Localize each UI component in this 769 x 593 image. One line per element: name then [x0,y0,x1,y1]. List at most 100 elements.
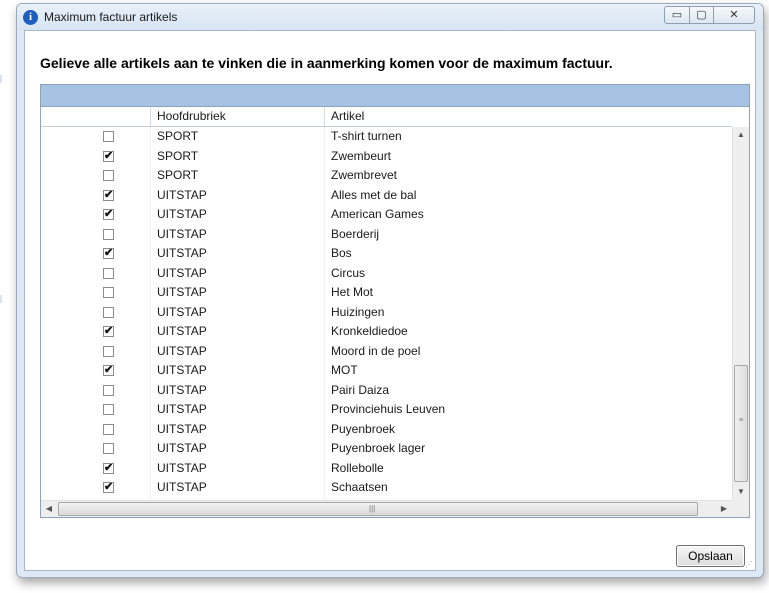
scrollbar-corner [732,500,749,517]
horizontal-scroll-thumb[interactable]: ||| [58,502,698,516]
check-cell: ✔ [41,322,151,342]
check-cell [41,263,151,283]
row-checkbox[interactable] [103,423,114,435]
check-cell [41,166,151,186]
row-checkbox[interactable] [103,170,114,181]
artikel-cell: Alles met de bal [331,187,417,202]
artikel-cell: Kronkeldiedoe [331,324,408,338]
table-row[interactable]: UITSTAP Huizingen [41,302,732,322]
row-checkbox[interactable]: ✔ [103,365,114,376]
artikel-cell: Zwembrevet [331,168,398,182]
instruction-heading: Gelieve alle artikels aan te vinken die … [40,55,613,71]
table-row[interactable]: ✔ UITSTAP Bos [41,244,732,264]
grip-icon: ||| [369,504,376,513]
vertical-scroll-thumb[interactable]: ≡ [734,365,748,482]
artikel-cell: Provinciehuis Leuven [331,402,446,416]
group-by-bar [41,85,749,107]
table-row[interactable]: UITSTAP Pairi Daiza [41,380,732,400]
hoofdrubriek-cell: UITSTAP [151,478,325,498]
hoofdrubriek-cell: UITSTAP [151,458,325,478]
artikel-cell: Rollebolle [331,460,384,475]
scroll-up-icon[interactable]: ▲ [733,127,749,143]
table-row[interactable]: SPORT T-shirt turnen [41,127,732,147]
row-checkbox[interactable] [103,443,114,454]
check-cell [41,341,151,361]
hoofdrubriek-cell: UITSTAP [151,244,325,264]
hoofdrubriek-cell: UITSTAP [151,439,325,459]
close-button[interactable]: ✕ [713,6,755,24]
table-row[interactable]: ✔ SPORT Zwembeurt [41,146,732,166]
artikel-cell: Huizingen [331,304,385,319]
row-checkbox[interactable] [103,287,114,298]
row-checkbox[interactable] [103,345,114,357]
column-header-check[interactable] [41,107,151,126]
maximize-button[interactable]: ▢ [689,6,714,24]
vertical-scrollbar[interactable]: ▲ ≡ ▼ [732,127,749,500]
row-checkbox[interactable] [103,404,114,415]
dialog-client-area: Gelieve alle artikels aan te vinken die … [24,30,756,571]
check-cell [41,380,151,400]
check-cell: ✔ [41,205,151,225]
row-checkbox[interactable] [103,267,114,279]
check-cell [41,283,151,303]
window-title: Maximum factuur artikels [44,10,178,24]
table-row[interactable]: UITSTAP Puyenbroek [41,419,732,439]
row-checkbox[interactable]: ✔ [103,248,114,259]
table-row[interactable]: SPORT Zwembrevet [41,166,732,186]
row-checkbox[interactable]: ✔ [103,150,114,162]
table-row[interactable]: ✔ UITSTAP Schaatsen [41,478,732,498]
row-checkbox[interactable] [103,228,114,240]
table-row[interactable]: UITSTAP Puyenbroek lager [41,439,732,459]
save-button[interactable]: Opslaan [676,545,745,567]
hoofdrubriek-cell: SPORT [151,127,325,147]
scroll-right-icon[interactable]: ▶ [716,501,732,517]
table-row[interactable]: UITSTAP Circus [41,263,732,283]
check-cell: ✔ [41,185,151,205]
table-row[interactable]: UITSTAP Het Mot [41,283,732,303]
table-row[interactable]: ✔ UITSTAP American Games [41,205,732,225]
hoofdrubriek-cell: UITSTAP [151,185,325,205]
row-checkbox[interactable] [103,131,114,142]
row-checkbox[interactable]: ✔ [103,326,114,337]
horizontal-scrollbar[interactable]: ◀ ||| ▶ [41,500,732,517]
hoofdrubriek-cell: UITSTAP [151,419,325,439]
check-cell [41,127,151,147]
hoofdrubriek-cell: UITSTAP [151,263,325,283]
artikel-cell: Schaatsen [331,480,388,494]
artikel-cell: T-shirt turnen [331,129,402,143]
title-bar[interactable]: i Maximum factuur artikels ▭ ▢ ✕ [17,4,763,30]
row-checkbox[interactable]: ✔ [103,462,114,474]
scroll-down-icon[interactable]: ▼ [733,484,749,500]
row-checkbox[interactable]: ✔ [103,209,114,220]
table-row[interactable]: UITSTAP Boerderij [41,224,732,244]
row-checkbox[interactable]: ✔ [103,189,114,201]
articles-grid: Hoofdrubriek Artikel SPORT T-shirt turnen… [40,84,750,518]
hoofdrubriek-cell: UITSTAP [151,322,325,342]
minimize-button[interactable]: ▭ [664,6,690,24]
check-cell: ✔ [41,361,151,381]
table-row[interactable]: ✔ UITSTAP Rollebolle [41,458,732,478]
row-checkbox[interactable] [103,306,114,318]
row-checkbox[interactable]: ✔ [103,482,114,493]
table-row[interactable]: ✔ UITSTAP Kronkeldiedoe [41,322,732,342]
column-header-artikel[interactable]: Artikel [325,107,735,126]
hoofdrubriek-cell: UITSTAP [151,205,325,225]
table-row[interactable]: ✔ UITSTAP Alles met de bal [41,185,732,205]
check-cell: ✔ [41,458,151,478]
grid-rows: SPORT T-shirt turnen ✔ SPORT Zwembeurt SPORT Z… [41,127,732,500]
scroll-left-icon[interactable]: ◀ [41,501,57,517]
row-checkbox[interactable] [103,384,114,396]
check-cell [41,439,151,459]
table-row[interactable]: UITSTAP Moord in de poel [41,341,732,361]
info-icon: i [23,10,38,25]
table-row[interactable]: UITSTAP Provinciehuis Leuven [41,400,732,420]
grip-icon: ≡ [739,417,744,424]
artikel-cell: Circus [331,265,366,280]
window-controls: ▭ ▢ ✕ [664,6,755,24]
table-row[interactable]: ✔ UITSTAP MOT [41,361,732,381]
desktop-edge [0,295,2,303]
column-header-hoofdrubriek[interactable]: Hoofdrubriek [151,107,325,126]
check-cell: ✔ [41,244,151,264]
artikel-cell: Puyenbroek lager [331,441,426,455]
resize-grip-icon[interactable]: ⋰ [745,561,753,569]
